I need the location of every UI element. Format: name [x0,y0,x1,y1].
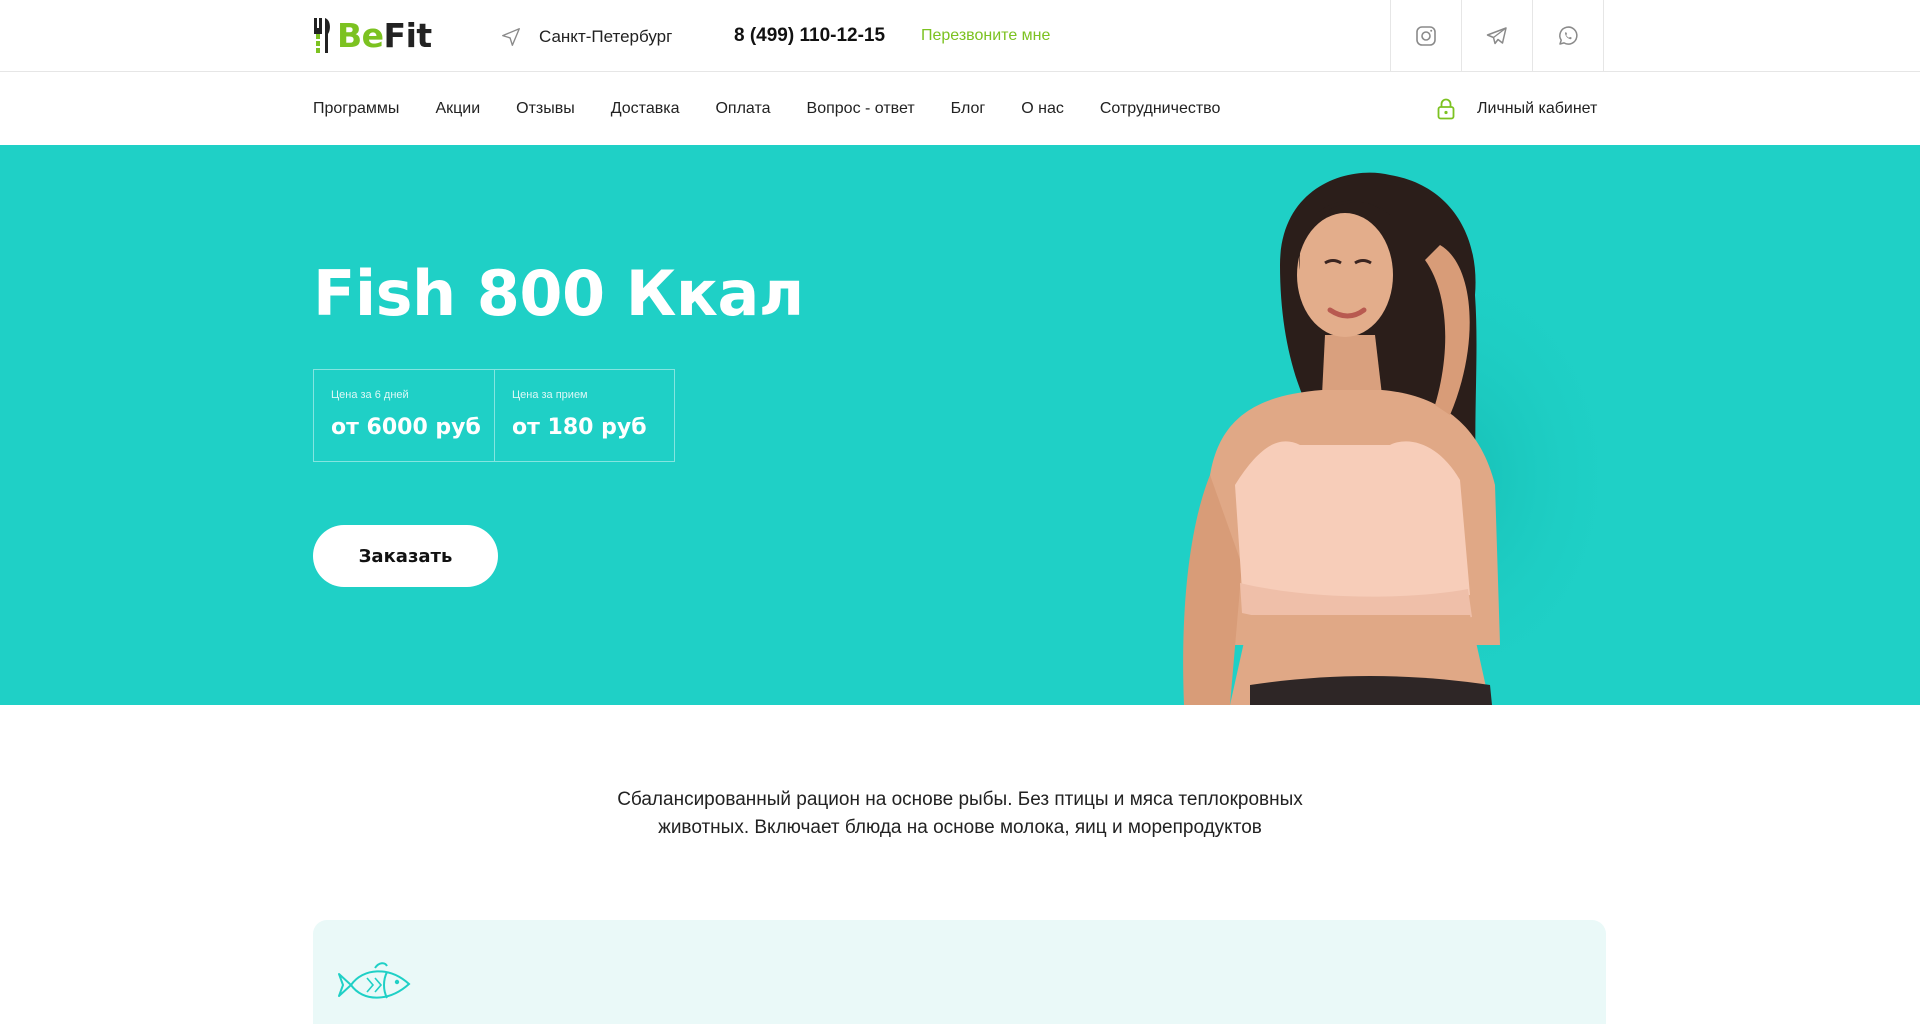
main-navigation: Программы Акции Отзывы Доставка Оплата В… [0,72,1920,145]
nav-menu: Программы Акции Отзывы Доставка Оплата В… [313,72,1256,145]
logo-text-fit: Fit [383,16,433,55]
whatsapp-icon [1559,26,1578,45]
feature-card [313,920,1606,1024]
lock-icon [1437,98,1455,119]
program-title: Fish 800 Ккал [313,257,804,330]
hero-model-image [1183,172,1630,705]
logo-fork-icon [314,18,330,53]
nav-item-about[interactable]: О нас [1021,100,1064,118]
instagram-icon [1416,26,1436,46]
whatsapp-button[interactable] [1533,0,1604,72]
price-per-meal: Цена за прием от 180 руб [494,370,674,461]
price-6-days: Цена за 6 дней от 6000 руб [314,370,494,461]
nav-item-blog[interactable]: Блог [951,100,986,118]
nav-item-promotions[interactable]: Акции [435,100,480,118]
personal-account-label: Личный кабинет [1477,99,1598,117]
instagram-button[interactable] [1391,0,1462,72]
program-description: Сбалансированный рацион на основе рыбы. … [560,786,1360,842]
telegram-button[interactable] [1462,0,1533,72]
nav-item-delivery[interactable]: Доставка [611,100,680,118]
price-box: Цена за 6 дней от 6000 руб Цена за прием… [313,369,675,462]
hero-banner: Fish 800 Ккал Цена за 6 дней от 6000 руб… [0,145,1920,705]
city-selector[interactable]: Санкт-Петербург [500,24,672,50]
personal-account-link[interactable]: Личный кабинет [1436,72,1597,145]
price-value: от 6000 руб [331,415,481,440]
logo[interactable]: BeFit [313,16,432,56]
description-line: Сбалансированный рацион на основе рыбы. … [617,789,1303,810]
nav-item-partnership[interactable]: Сотрудничество [1100,100,1221,118]
nav-item-payment[interactable]: Оплата [715,100,770,118]
nav-item-faq[interactable]: Вопрос - ответ [807,100,915,118]
phone-number[interactable]: 8 (499) 110-12-15 [734,25,885,47]
order-button[interactable]: Заказать [313,525,498,587]
description-line: животных. Включает блюда на основе молок… [658,817,1262,838]
social-links [1390,0,1604,72]
price-label: Цена за 6 дней [331,389,409,401]
fish-icon [338,962,411,999]
callback-link[interactable]: Перезвоните мне [921,27,1050,45]
logo-text-be: Be [337,16,384,55]
nav-item-programs[interactable]: Программы [313,100,399,118]
price-value: от 180 руб [512,415,647,440]
price-label: Цена за прием [512,389,588,401]
location-arrow-icon [502,28,520,46]
nav-item-reviews[interactable]: Отзывы [516,100,575,118]
city-label: Санкт-Петербург [539,27,673,46]
top-bar: BeFit Санкт-Петербург 8 (499) 110-12-15 … [0,0,1920,72]
telegram-icon [1486,27,1507,45]
